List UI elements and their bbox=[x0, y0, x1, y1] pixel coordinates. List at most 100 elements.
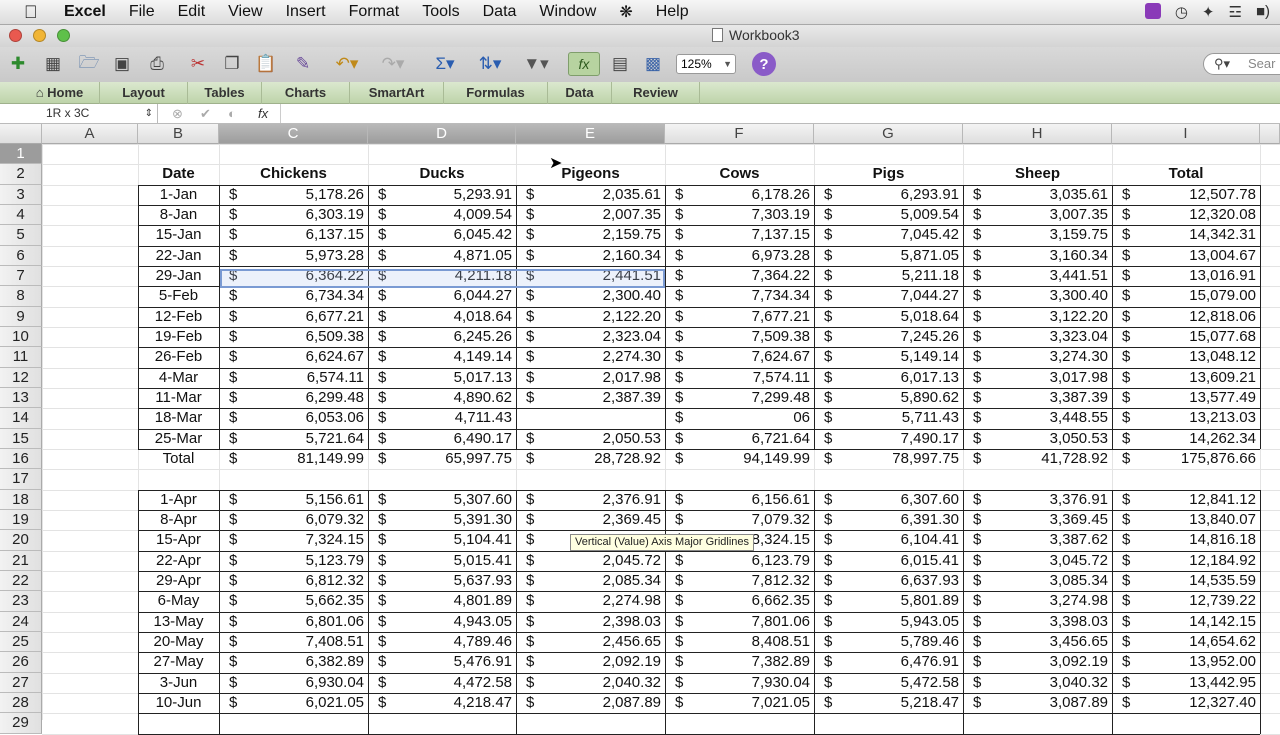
row-header[interactable]: 14 bbox=[0, 408, 42, 429]
new-workbook-icon[interactable]: ✚ bbox=[6, 52, 30, 76]
row-header[interactable]: 26 bbox=[0, 652, 42, 673]
media-browser-icon[interactable]: ▩ bbox=[640, 52, 666, 76]
open-icon[interactable]: 🗁 bbox=[76, 52, 102, 76]
row-header[interactable]: 22 bbox=[0, 570, 42, 592]
row-header[interactable]: 17 bbox=[0, 469, 42, 490]
help-icon[interactable]: ? bbox=[752, 52, 776, 76]
print-icon[interactable]: ⎙ bbox=[144, 52, 170, 76]
row-header[interactable]: 2 bbox=[0, 164, 42, 185]
date-cell: 13-May bbox=[153, 612, 204, 630]
time-machine-icon[interactable]: ◷ bbox=[1175, 3, 1188, 21]
formula-builder-icon[interactable]: fx bbox=[568, 52, 600, 76]
column-header-c[interactable]: C bbox=[219, 124, 368, 144]
gallery-icon[interactable]: ▦ bbox=[40, 52, 66, 76]
row-header[interactable]: 4 bbox=[0, 204, 42, 226]
minimize-window-button[interactable] bbox=[33, 29, 46, 42]
row-header[interactable]: 19 bbox=[0, 509, 42, 531]
tab-home[interactable]: ⌂ Home bbox=[20, 82, 100, 104]
row-header[interactable]: 15 bbox=[0, 428, 42, 449]
zoom-window-button[interactable] bbox=[57, 29, 70, 42]
row-header[interactable]: 13 bbox=[0, 387, 42, 409]
menu-app-name[interactable]: Excel bbox=[64, 3, 106, 21]
stepper-icon[interactable]: ⇕ bbox=[145, 104, 153, 123]
row-header[interactable]: 1 bbox=[0, 144, 42, 165]
cut-icon[interactable]: ✂ bbox=[186, 52, 210, 76]
app-indicator-icon[interactable] bbox=[1144, 3, 1161, 19]
selection-range[interactable] bbox=[220, 269, 665, 288]
filter-icon[interactable]: ▼▾ bbox=[518, 52, 554, 76]
function-wizard-icon[interactable]: ◐ bbox=[228, 106, 236, 121]
menu-file[interactable]: File bbox=[129, 3, 155, 21]
amount-cell: 6,015.41 bbox=[900, 551, 959, 569]
row-header[interactable]: 10 bbox=[0, 326, 42, 348]
wifi-icon[interactable]: ☲ bbox=[1228, 3, 1241, 21]
menu-edit[interactable]: Edit bbox=[178, 3, 206, 21]
row-header[interactable]: 18 bbox=[0, 489, 42, 510]
row-header[interactable]: 20 bbox=[0, 530, 42, 551]
tab-layout[interactable]: Layout bbox=[100, 82, 188, 104]
row-header[interactable]: 23 bbox=[0, 591, 42, 612]
cancel-entry-icon[interactable]: ⊗ bbox=[172, 106, 183, 122]
search-input[interactable]: ⚲▾ Sear bbox=[1203, 53, 1280, 75]
apple-icon[interactable]:  bbox=[24, 2, 46, 23]
save-icon[interactable]: ▣ bbox=[110, 52, 134, 76]
zoom-select[interactable]: 125% ▼ bbox=[676, 54, 736, 74]
menu-view[interactable]: View bbox=[228, 3, 262, 21]
fx-label[interactable]: fx bbox=[258, 106, 268, 121]
menu-tools[interactable]: Tools bbox=[422, 3, 459, 21]
menu-format[interactable]: Format bbox=[349, 3, 400, 21]
undo-icon[interactable]: ↶▾ bbox=[330, 52, 364, 76]
row-header[interactable]: 8 bbox=[0, 286, 42, 307]
autosum-icon[interactable]: Σ▾ bbox=[428, 52, 462, 76]
formula-input[interactable] bbox=[280, 104, 1280, 123]
row-header[interactable]: 3 bbox=[0, 184, 42, 205]
amount-cell: 14,142.15 bbox=[1189, 612, 1256, 630]
tab-tables[interactable]: Tables bbox=[188, 82, 262, 104]
row-header[interactable]: 16 bbox=[0, 448, 42, 470]
menu-help[interactable]: Help bbox=[656, 3, 689, 21]
confirm-entry-icon[interactable]: ✔ bbox=[200, 106, 211, 122]
amount-cell: 78,997.75 bbox=[892, 449, 959, 467]
column-header-h[interactable]: H bbox=[963, 124, 1112, 144]
name-box[interactable]: 1R x 3C ⇕ bbox=[0, 104, 158, 123]
paste-icon[interactable]: 📋 bbox=[254, 52, 278, 76]
script-menu-icon[interactable]: ❋ bbox=[619, 2, 632, 22]
row-header[interactable]: 11 bbox=[0, 347, 42, 368]
copy-icon[interactable]: ❐ bbox=[220, 52, 244, 76]
tab-review[interactable]: Review bbox=[612, 82, 700, 104]
row-header[interactable]: 29 bbox=[0, 713, 42, 734]
row-header[interactable]: 27 bbox=[0, 672, 42, 693]
tab-charts[interactable]: Charts bbox=[262, 82, 350, 104]
menu-data[interactable]: Data bbox=[483, 3, 517, 21]
row-header[interactable]: 28 bbox=[0, 692, 42, 714]
column-header-i[interactable]: I bbox=[1112, 124, 1260, 144]
menu-insert[interactable]: Insert bbox=[286, 3, 326, 21]
column-header-d[interactable]: D bbox=[368, 124, 516, 144]
column-header-f[interactable]: F bbox=[665, 124, 814, 144]
toolbox-icon[interactable]: ▤ bbox=[608, 52, 632, 76]
row-header[interactable]: 5 bbox=[0, 225, 42, 246]
row-header[interactable]: 9 bbox=[0, 306, 42, 327]
format-painter-icon[interactable]: ✎ bbox=[290, 52, 316, 76]
column-header-b[interactable]: B bbox=[138, 124, 219, 144]
close-window-button[interactable] bbox=[9, 29, 22, 42]
select-all-corner[interactable] bbox=[0, 124, 42, 144]
column-header-g[interactable]: G bbox=[814, 124, 963, 144]
row-header[interactable]: 7 bbox=[0, 265, 42, 287]
column-header-e[interactable]: E bbox=[516, 124, 665, 144]
tab-data[interactable]: Data bbox=[548, 82, 612, 104]
row-header[interactable]: 24 bbox=[0, 611, 42, 632]
row-header[interactable]: 21 bbox=[0, 550, 42, 571]
row-header[interactable]: 6 bbox=[0, 245, 42, 266]
volume-icon[interactable]: ■) bbox=[1256, 3, 1270, 21]
row-header[interactable]: 25 bbox=[0, 631, 42, 653]
tab-formulas[interactable]: Formulas bbox=[444, 82, 548, 104]
row-header[interactable]: 12 bbox=[0, 367, 42, 388]
column-header-a[interactable]: A bbox=[42, 124, 138, 144]
sort-icon[interactable]: ⇅▾ bbox=[472, 52, 508, 76]
spreadsheet-grid[interactable]: A B C D E F G H I 1 2 3 4 5 6 7 8 9 10 11 12 13 14 15 16 17 18 19 20… bbox=[0, 124, 1280, 735]
tab-smartart[interactable]: SmartArt bbox=[350, 82, 444, 104]
redo-icon[interactable]: ↷▾ bbox=[376, 52, 410, 76]
menu-window[interactable]: Window bbox=[539, 3, 596, 21]
bluetooth-icon[interactable]: ✦ bbox=[1202, 3, 1215, 21]
